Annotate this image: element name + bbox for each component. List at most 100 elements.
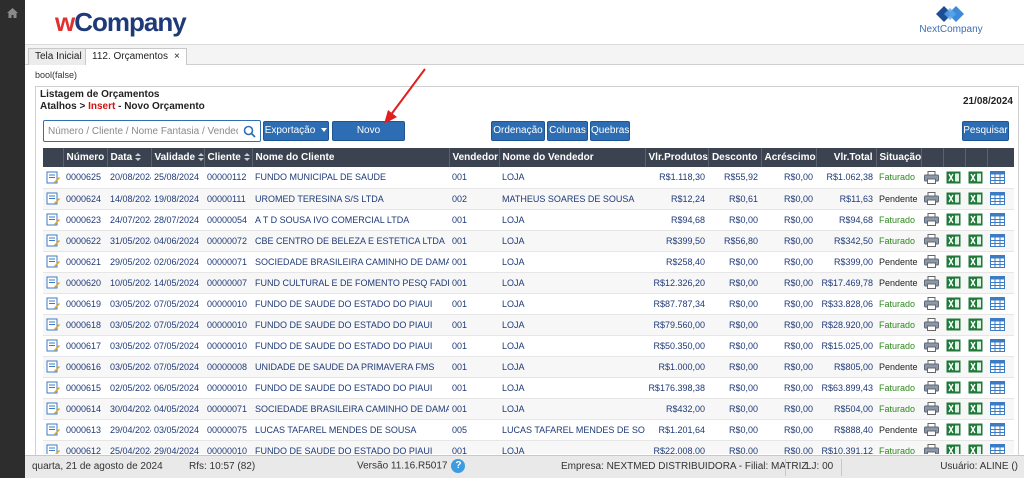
table-row[interactable]: 0000614 30/04/2024 04/05/2024 00000071 SOCIE… — [43, 398, 1014, 420]
printer-icon[interactable] — [924, 423, 939, 436]
table-row[interactable]: 0000617 03/05/2024 07/05/2024 00000010 FUNDO… — [43, 335, 1014, 357]
edit-doc-icon[interactable] — [46, 213, 61, 226]
printer-icon[interactable] — [924, 402, 939, 415]
header-nome-cliente[interactable]: Nome do Cliente — [252, 148, 450, 167]
table-row[interactable]: 0000612 25/04/2024 29/04/2024 00000010 FUNDO… — [43, 440, 1014, 454]
header-desconto[interactable]: Desconto — [708, 148, 762, 167]
excel-icon[interactable] — [946, 444, 961, 454]
header-acrescimo[interactable]: Acréscimo — [761, 148, 817, 167]
grid-table-icon[interactable] — [990, 170, 1005, 184]
grid-table-icon[interactable] — [990, 213, 1005, 226]
excel-icon[interactable] — [968, 444, 983, 454]
table-row[interactable]: 0000618 03/05/2024 07/05/2024 00000010 FUNDO… — [43, 314, 1014, 336]
header-nome-vendedor[interactable]: Nome do Vendedor — [499, 148, 646, 167]
excel-icon[interactable] — [946, 339, 961, 352]
edit-doc-icon[interactable] — [46, 381, 61, 394]
excel-icon[interactable] — [946, 255, 961, 268]
excel-icon[interactable] — [946, 402, 961, 415]
printer-icon[interactable] — [924, 213, 939, 226]
edit-doc-icon[interactable] — [46, 402, 61, 415]
edit-doc-icon[interactable] — [46, 192, 61, 205]
excel-icon[interactable] — [946, 381, 961, 394]
printer-icon[interactable] — [924, 360, 939, 373]
tab-tela-inicial[interactable]: Tela Inicial — [28, 48, 89, 65]
printer-icon[interactable] — [924, 192, 939, 205]
grid-table-icon[interactable] — [990, 255, 1005, 268]
edit-doc-icon[interactable] — [46, 255, 61, 268]
edit-doc-icon[interactable] — [46, 276, 61, 289]
edit-doc-icon[interactable] — [46, 297, 61, 310]
help-icon[interactable]: ? — [451, 459, 466, 473]
edit-doc-icon[interactable] — [46, 423, 61, 436]
grid-table-icon[interactable] — [990, 444, 1005, 454]
grid-table-icon[interactable] — [990, 276, 1005, 289]
excel-icon[interactable] — [968, 213, 983, 226]
excel-icon[interactable] — [946, 318, 961, 331]
edit-doc-icon[interactable] — [46, 234, 61, 247]
header-data[interactable]: Data — [107, 148, 152, 167]
excel-icon[interactable] — [946, 192, 961, 205]
tab-orcamentos[interactable]: 112. Orçamentos × — [85, 48, 187, 65]
printer-icon[interactable] — [924, 255, 939, 268]
excel-icon[interactable] — [968, 255, 983, 268]
table-row[interactable]: 0000613 29/04/2024 03/05/2024 00000075 LUCAS… — [43, 419, 1014, 441]
table-row[interactable]: 0000615 02/05/2024 06/05/2024 00000010 FUNDO… — [43, 377, 1014, 399]
excel-icon[interactable] — [946, 171, 961, 184]
grid-table-icon[interactable] — [990, 402, 1005, 415]
printer-icon[interactable] — [924, 318, 939, 331]
table-row[interactable]: 0000620 10/05/2024 14/05/2024 00000007 FUND … — [43, 272, 1014, 294]
printer-icon[interactable] — [924, 170, 939, 184]
table-row[interactable]: 0000622 31/05/2024 04/06/2024 00000072 CBE C… — [43, 230, 1014, 252]
printer-icon[interactable] — [924, 444, 939, 454]
excel-icon[interactable] — [946, 234, 961, 247]
printer-icon[interactable] — [924, 339, 939, 352]
table-row[interactable]: 0000623 24/07/2024 28/07/2024 00000054 A T D… — [43, 209, 1014, 231]
grid-table-icon[interactable] — [990, 381, 1005, 394]
excel-icon[interactable] — [968, 423, 983, 436]
header-situacao[interactable]: Situação — [876, 148, 922, 167]
excel-icon[interactable] — [968, 339, 983, 352]
table-row[interactable]: 0000616 03/05/2024 07/05/2024 00000008 UNIDA… — [43, 356, 1014, 378]
header-validade[interactable]: Validade — [151, 148, 205, 167]
header-vendedor[interactable]: Vendedor — [449, 148, 500, 167]
excel-icon[interactable] — [968, 318, 983, 331]
search-input[interactable] — [48, 123, 238, 139]
breaks-button[interactable]: Quebras — [590, 121, 630, 141]
grid-table-icon[interactable] — [990, 234, 1005, 247]
edit-doc-icon[interactable] — [46, 444, 61, 454]
printer-icon[interactable] — [924, 276, 939, 289]
excel-icon[interactable] — [968, 402, 983, 415]
header-numero[interactable]: Número — [63, 148, 108, 167]
edit-doc-icon[interactable] — [46, 318, 61, 331]
grid-table-icon[interactable] — [990, 360, 1005, 373]
search-icon[interactable] — [243, 125, 256, 138]
grid-table-icon[interactable] — [990, 318, 1005, 331]
table-row[interactable]: 0000621 29/05/2024 02/06/2024 00000071 SOCIE… — [43, 251, 1014, 273]
breadcrumb-insert-link[interactable]: Insert — [88, 101, 115, 112]
excel-icon[interactable] — [968, 234, 983, 247]
columns-button[interactable]: Colunas — [547, 121, 588, 141]
table-row[interactable]: 0000619 03/05/2024 07/05/2024 00000010 FUNDO… — [43, 293, 1014, 315]
edit-doc-icon[interactable] — [46, 339, 61, 352]
grid-table-icon[interactable] — [990, 423, 1005, 436]
grid-table-icon[interactable] — [990, 192, 1005, 205]
printer-icon[interactable] — [924, 381, 939, 394]
excel-icon[interactable] — [946, 360, 961, 373]
ordering-button[interactable]: Ordenação — [491, 121, 545, 141]
edit-doc-icon[interactable] — [46, 360, 61, 373]
close-icon[interactable]: × — [174, 51, 180, 62]
excel-icon[interactable] — [946, 423, 961, 436]
excel-icon[interactable] — [968, 297, 983, 310]
excel-icon[interactable] — [946, 297, 961, 310]
home-icon[interactable] — [7, 8, 18, 18]
edit-doc-icon[interactable] — [46, 171, 61, 184]
grid-table-icon[interactable] — [990, 339, 1005, 352]
excel-icon[interactable] — [946, 276, 961, 289]
header-vlr-produtos[interactable]: Vlr.Produtos — [645, 148, 709, 167]
printer-icon[interactable] — [924, 234, 939, 247]
excel-icon[interactable] — [968, 360, 983, 373]
excel-icon[interactable] — [968, 276, 983, 289]
excel-icon[interactable] — [968, 381, 983, 394]
header-vlr-total[interactable]: Vlr.Total — [816, 148, 877, 167]
excel-icon[interactable] — [968, 192, 983, 205]
